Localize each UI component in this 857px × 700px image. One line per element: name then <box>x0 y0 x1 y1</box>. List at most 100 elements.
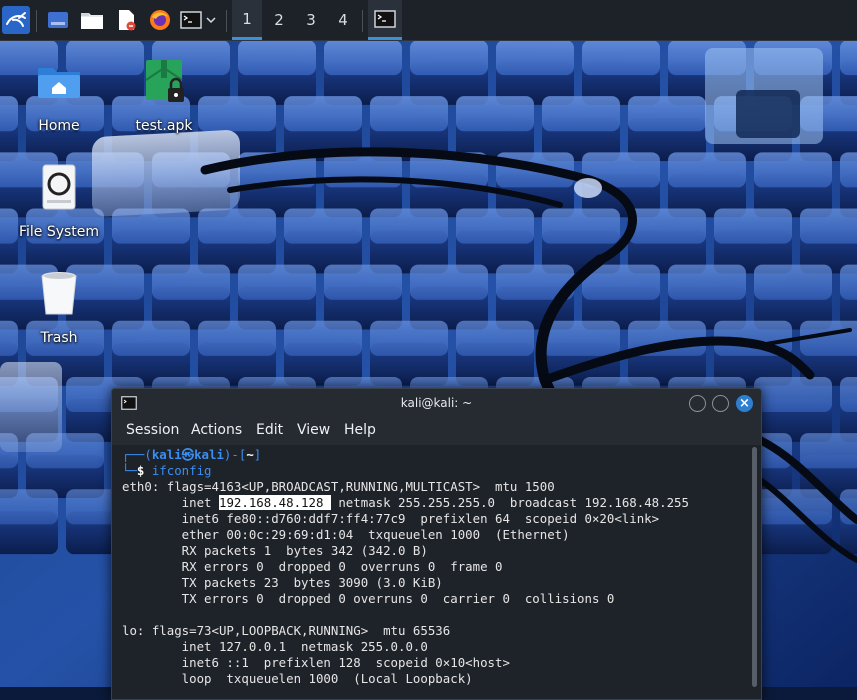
wallpaper-cube-top <box>456 96 534 132</box>
wallpaper-cube-top <box>542 208 620 244</box>
menu-edit[interactable]: Edit <box>256 422 283 438</box>
wallpaper-cube-top <box>456 208 534 244</box>
wallpaper-cube-top <box>840 152 857 188</box>
wallpaper-cube-top <box>238 264 316 300</box>
kali-menu-icon[interactable] <box>2 6 30 34</box>
close-icon: × <box>739 396 750 411</box>
close-button[interactable]: × <box>736 395 753 412</box>
terminal-window[interactable]: kali@kali: ~ × Session Actions Edit View… <box>111 388 762 700</box>
terminal-menubar: Session Actions Edit View Help <box>112 419 761 445</box>
wallpaper-cube-top <box>410 40 488 76</box>
terminal-launcher-icon[interactable] <box>178 6 218 34</box>
output-line: inet 192.168.48.128 netmask 255.255.255.… <box>122 495 689 511</box>
wallpaper-cube-top <box>456 320 534 356</box>
workspace-2[interactable]: 2 <box>264 0 294 40</box>
chevron-down-icon[interactable] <box>206 16 216 24</box>
output-line: loop txqueuelen 1000 (Local Loopback) <box>122 671 473 686</box>
prompt-end: ] <box>253 447 262 462</box>
panel-separator <box>362 10 363 32</box>
prompt-open: ┌──( <box>122 447 152 462</box>
selected-ip-address[interactable]: 192.168.48.128 <box>218 495 331 510</box>
output-line: RX errors 0 dropped 0 overruns 0 frame 0 <box>122 559 503 574</box>
prompt-close: )-[ <box>223 447 247 462</box>
file-manager-icon[interactable] <box>78 6 106 34</box>
wallpaper-cube-top <box>754 376 832 413</box>
text-editor-icon[interactable] <box>112 6 140 34</box>
maximize-button[interactable] <box>712 395 729 412</box>
output-line: inet6 fe80::d760:ddf7:ff4:77c9 prefixlen… <box>122 511 660 526</box>
wallpaper-cube-top <box>370 320 448 356</box>
command-line: └─$ ifconfig <box>122 463 212 479</box>
panel-separator <box>226 10 227 32</box>
terminal-titlebar[interactable]: kali@kali: ~ × <box>112 389 761 419</box>
prompt-user: kali㉿kali <box>151 447 224 462</box>
wallpaper-cube-top <box>324 264 402 300</box>
output-line: inet6 ::1 prefixlen 128 scopeid 0×10<hos… <box>122 655 510 670</box>
wallpaper-cube-top <box>410 264 488 300</box>
wallpaper-cube-top <box>582 40 660 76</box>
output-line: lo: flags=73<UP,LOOPBACK,RUNNING> mtu 65… <box>122 623 451 638</box>
menu-session[interactable]: Session <box>126 422 179 438</box>
desktop-icon-label: Trash <box>40 330 78 346</box>
hard-drive-icon <box>42 164 76 210</box>
wallpaper-cube-top <box>754 264 832 300</box>
apk-archive-icon <box>145 60 184 102</box>
wallpaper-cube-top <box>542 320 620 356</box>
desktop-icon-test-apk[interactable]: test.apk <box>116 58 212 134</box>
desktop-icon-trash[interactable]: Trash <box>11 270 107 346</box>
top-panel: 1 2 3 4 <box>0 0 857 41</box>
wallpaper-cube-top <box>284 320 362 356</box>
desktop-icon-label: test.apk <box>135 118 193 134</box>
wallpaper-cube-top <box>840 264 857 300</box>
menu-view[interactable]: View <box>297 422 330 438</box>
wallpaper-cube-top <box>198 320 276 356</box>
wallpaper-cube-top <box>628 96 706 132</box>
firefox-icon[interactable] <box>146 6 174 34</box>
wallpaper-cube-top <box>714 208 792 244</box>
workspace-1[interactable]: 1 <box>232 0 262 40</box>
wallpaper-cube-top <box>152 264 230 300</box>
show-desktop-icon[interactable] <box>44 6 72 34</box>
minimize-button[interactable] <box>689 395 706 412</box>
output-line: RX packets 1 bytes 342 (342.0 B) <box>122 543 428 558</box>
command-text: ifconfig <box>151 463 212 478</box>
wallpaper-cube-top <box>800 208 857 244</box>
terminal-scrollbar[interactable] <box>748 445 761 699</box>
output-line: eth0: flags=4163<UP,BROADCAST,RUNNING,MU… <box>122 479 555 494</box>
wallpaper-cube-top <box>628 208 706 244</box>
prompt-corner: └─ <box>122 463 137 478</box>
output-line: TX errors 0 dropped 0 overruns 0 carrier… <box>122 591 615 606</box>
panel-separator <box>36 10 37 32</box>
menu-actions[interactable]: Actions <box>191 422 242 438</box>
prompt-dir: ~ <box>246 447 254 462</box>
wallpaper-cube-top <box>324 40 402 76</box>
terminal-output[interactable]: ┌──(kali㉿kali)-[~] └─$ ifconfig eth0: fl… <box>112 445 748 699</box>
wallpaper-cube-top <box>840 40 857 76</box>
menu-help[interactable]: Help <box>344 422 376 438</box>
wallpaper-cube-top <box>668 264 746 300</box>
taskbar-terminal-window[interactable] <box>368 0 402 40</box>
desktop-icon-file-system[interactable]: File System <box>11 164 107 240</box>
wallpaper-cube-top <box>800 433 857 469</box>
output-text: inet <box>122 495 219 510</box>
trash-icon <box>41 272 77 315</box>
workspace-4[interactable]: 4 <box>328 0 358 40</box>
wallpaper-cube-top <box>496 40 574 76</box>
output-line: inet 127.0.0.1 netmask 255.0.0.0 <box>122 639 428 654</box>
wallpaper-cube-top <box>112 320 190 356</box>
wallpaper-cube-top <box>0 489 58 525</box>
wallpaper-cube-top <box>840 376 857 413</box>
terminal-icon <box>374 9 396 28</box>
scrollbar-thumb[interactable] <box>752 447 757 687</box>
wallpaper-cube-top <box>370 96 448 132</box>
wallpaper-cube-top <box>542 96 620 132</box>
wallpaper-cube-top <box>370 208 448 244</box>
output-text: netmask 255.255.255.0 broadcast 192.168.… <box>330 495 689 510</box>
desktop-icon-label: File System <box>18 224 100 240</box>
home-folder-icon <box>38 68 80 98</box>
output-line: TX packets 23 bytes 3090 (3.0 KiB) <box>122 575 443 590</box>
wallpaper-cube-top <box>284 96 362 132</box>
desktop-icon-home[interactable]: Home <box>11 58 107 134</box>
output-line: ether 00:0c:29:69:d1:04 txqueuelen 1000 … <box>122 527 570 542</box>
workspace-3[interactable]: 3 <box>296 0 326 40</box>
